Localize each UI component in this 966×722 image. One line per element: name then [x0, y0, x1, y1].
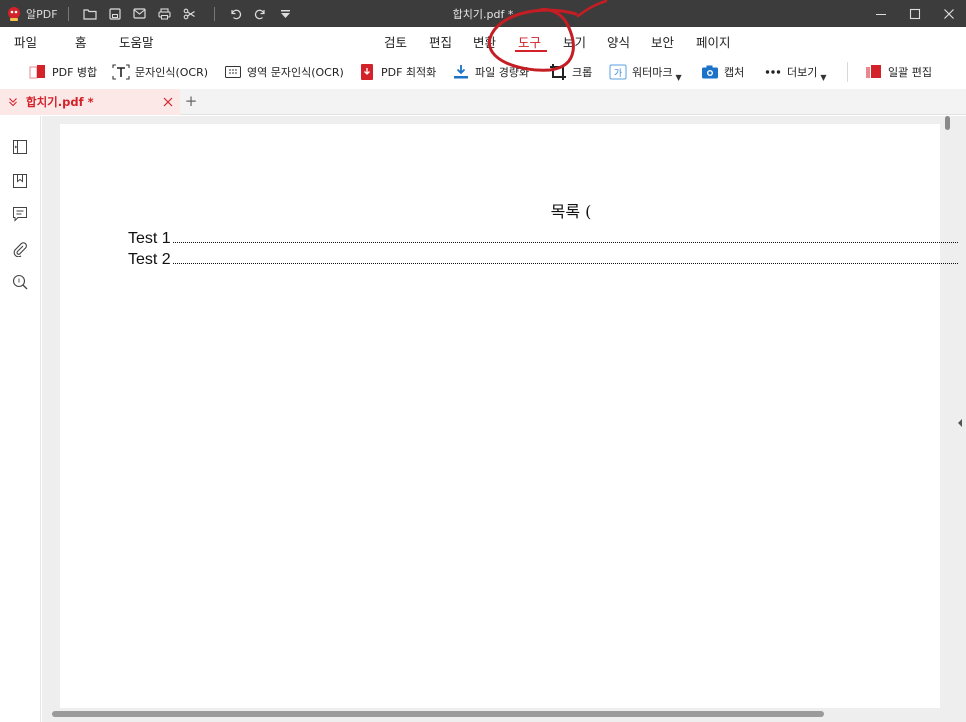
document-viewer: 목록 ( Test 1 Test 2 [42, 116, 966, 722]
menu-tab-page[interactable]: 페이지 [696, 32, 731, 51]
more-dropdown-icon[interactable]: ▼ [820, 73, 826, 82]
menu-tab-tools[interactable]: 도구 [518, 32, 541, 51]
horizontal-scroll-thumb[interactable] [52, 711, 824, 717]
watermark-icon: 가 [609, 63, 627, 81]
double-chevron-down-icon[interactable] [8, 97, 20, 107]
scissors-icon[interactable] [179, 3, 201, 25]
bookmark-icon[interactable] [11, 172, 29, 190]
vertical-scrollbar[interactable] [940, 116, 956, 708]
active-tab-indicator [515, 50, 547, 52]
maximize-button[interactable] [898, 0, 932, 27]
menu-tab-view[interactable]: 보기 [563, 32, 586, 51]
watermark-label: 워터마크 [632, 66, 673, 79]
optimize-icon [358, 63, 376, 81]
batch-edit-button[interactable]: 일괄 편집 [865, 62, 932, 82]
menu-tab-security[interactable]: 보안 [651, 32, 674, 51]
document-tab-strip: 합치기.pdf * + [0, 89, 966, 115]
minimize-button[interactable] [864, 0, 898, 27]
area-recognition-icon [224, 63, 242, 81]
crop-button[interactable]: 크롭 [549, 62, 592, 82]
close-tab-icon[interactable] [160, 94, 176, 110]
pdf-page: 목록 ( Test 1 Test 2 [60, 124, 958, 708]
crop-label: 크롭 [572, 66, 593, 79]
text-recognition-icon [112, 63, 130, 81]
window-controls [864, 0, 966, 27]
app-logo-icon [6, 6, 22, 22]
search-icon[interactable] [11, 273, 29, 291]
app-name: 알PDF [26, 7, 58, 21]
svg-text:가: 가 [614, 68, 622, 79]
area-ocr-label: 영역 문자인식(OCR) [247, 66, 344, 79]
customize-dropdown-icon[interactable] [275, 3, 297, 25]
undo-icon[interactable] [225, 3, 247, 25]
quick-access-toolbar: 알PDF [0, 0, 300, 27]
toc-entry-label: Test 1 [128, 230, 171, 247]
more-dots-icon [764, 63, 782, 81]
pdf-merge-button[interactable]: PDF 병합 [29, 62, 97, 82]
toc-entry-label: Test 2 [128, 251, 171, 268]
toc-leader-dots [172, 242, 958, 243]
title-bar: 알PDF 합치기.pdf * [0, 0, 966, 27]
capture-label: 캡처 [724, 66, 745, 79]
menu-tab-form[interactable]: 양식 [607, 32, 630, 51]
file-shrink-button[interactable]: 파일 경량화 [452, 62, 529, 82]
save-icon[interactable] [104, 3, 126, 25]
vertical-scroll-thumb[interactable] [945, 116, 950, 130]
capture-button[interactable]: 캡처 [701, 62, 744, 82]
menu-bar: 파일 홈 도움말 검토 편집 변환 도구 보기 양식 보안 페이지 [0, 27, 966, 54]
thumbnail-panel-icon[interactable] [11, 138, 29, 156]
redo-icon[interactable] [250, 3, 272, 25]
attachment-icon[interactable] [11, 240, 29, 258]
more-button[interactable]: 더보기 ▼ [764, 62, 827, 82]
app-window: 알PDF 합치기.pdf * 파일 홈 도움말 검토 편집 변환 도구 보기 양… [0, 0, 966, 722]
pdf-optimize-label: PDF 최적화 [381, 66, 437, 79]
crop-icon [549, 63, 567, 81]
tools-ribbon: PDF 병합 문자인식(OCR) 영역 문자인식(OCR) PDF 최적화 파일… [0, 56, 966, 88]
ocr-label: 문자인식(OCR) [135, 66, 209, 79]
menu-tab-edit[interactable]: 편집 [429, 32, 452, 51]
left-sidebar [0, 116, 41, 722]
toc-leader-dots [172, 263, 958, 264]
watermark-dropdown-icon[interactable]: ▼ [675, 73, 681, 82]
camera-icon [701, 63, 719, 81]
menu-tab-review[interactable]: 검토 [384, 32, 407, 51]
merge-icon [29, 63, 47, 81]
comment-icon[interactable] [11, 205, 29, 223]
file-shrink-label: 파일 경량화 [475, 66, 530, 79]
batch-edit-label: 일괄 편집 [888, 66, 932, 79]
close-window-button[interactable] [932, 0, 966, 27]
pdf-optimize-button[interactable]: PDF 최적화 [358, 62, 436, 82]
toc-entry[interactable]: Test 1 [128, 228, 958, 248]
more-label: 더보기 [787, 66, 818, 79]
print-icon[interactable] [154, 3, 176, 25]
toc-entry[interactable]: Test 2 [128, 249, 958, 269]
title-separator [213, 6, 215, 21]
expand-right-panel-arrow-icon[interactable] [957, 413, 963, 427]
mail-icon[interactable] [129, 3, 151, 25]
menu-tab-file[interactable]: 파일 [14, 32, 37, 51]
menu-tab-convert[interactable]: 변환 [473, 32, 496, 51]
menu-tab-help[interactable]: 도움말 [119, 32, 154, 51]
toc-title: 목록 ( [550, 202, 592, 221]
ocr-button[interactable]: 문자인식(OCR) [112, 62, 208, 82]
toolbar-separator [847, 62, 848, 82]
area-ocr-button[interactable]: 영역 문자인식(OCR) [224, 62, 344, 82]
title-separator [67, 6, 69, 21]
menu-tab-home[interactable]: 홈 [75, 32, 87, 51]
batch-edit-icon [865, 63, 883, 81]
compress-icon [452, 63, 470, 81]
pdf-merge-label: PDF 병합 [52, 66, 98, 79]
document-tab-name: 합치기.pdf * [26, 95, 94, 109]
watermark-button[interactable]: 가 워터마크 ▼ [609, 62, 682, 82]
add-tab-button[interactable]: + [183, 92, 199, 110]
open-folder-icon[interactable] [79, 3, 101, 25]
document-tab[interactable]: 합치기.pdf * [0, 89, 180, 115]
